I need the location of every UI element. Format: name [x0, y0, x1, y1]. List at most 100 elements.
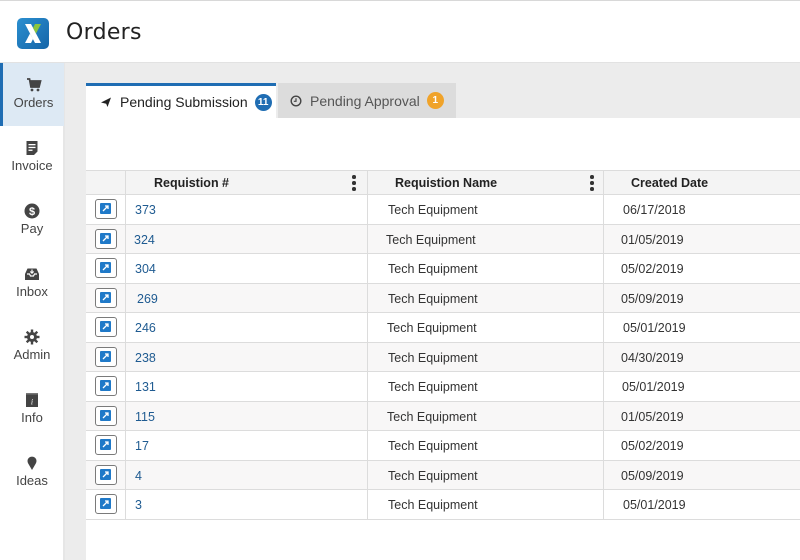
table-row[interactable]: 131 Tech Equipment 05/01/2019: [86, 372, 800, 402]
requisition-number-link[interactable]: 4: [135, 469, 142, 483]
open-requisition-button[interactable]: [95, 317, 117, 337]
created-date-cell: 05/01/2019: [604, 313, 800, 342]
requisition-number-link[interactable]: 373: [135, 203, 156, 217]
table-row[interactable]: 3 Tech Equipment 05/01/2019: [86, 490, 800, 520]
open-external-icon: [100, 262, 111, 273]
header-created-date[interactable]: Created Date: [604, 171, 800, 194]
created-date: 05/02/2019: [621, 262, 684, 276]
open-external-icon: [100, 468, 111, 480]
requisition-number-link[interactable]: 115: [135, 410, 155, 424]
requisition-number-link[interactable]: 304: [135, 262, 156, 276]
sidebar-item-ideas[interactable]: Ideas: [0, 441, 64, 504]
table-row[interactable]: 17 Tech Equipment 05/02/2019: [86, 431, 800, 461]
open-requisition-button[interactable]: [95, 435, 117, 455]
open-external-icon: [100, 380, 111, 391]
requisition-number-link[interactable]: 3: [135, 498, 142, 512]
open-requisition-button[interactable]: [95, 405, 117, 426]
requisition-name: Tech Equipment: [388, 350, 478, 365]
row-select-cell: [86, 313, 126, 342]
row-select-cell: [86, 401, 126, 430]
tab-pending-submission[interactable]: Pending Submission 11: [86, 83, 276, 118]
requisition-name-cell: Tech Equipment: [368, 460, 604, 489]
table-row[interactable]: 115 Tech Equipment 01/05/2019: [86, 401, 800, 431]
open-requisition-button[interactable]: [95, 199, 117, 219]
sidebar-item-pay[interactable]: $ Pay: [0, 189, 64, 252]
requisition-name: Tech Equipment: [386, 232, 476, 247]
open-external-icon: [100, 350, 111, 362]
open-requisition-button[interactable]: [95, 346, 117, 367]
sidebar-item-invoice[interactable]: Invoice: [0, 126, 64, 189]
row-select-cell: [86, 342, 126, 371]
created-date: 05/01/2019: [623, 321, 686, 335]
sidebar-item-info[interactable]: i Info: [0, 378, 64, 441]
table-row[interactable]: 246 Tech Equipment 05/01/2019: [86, 313, 800, 343]
requisition-number-cell: 269: [126, 283, 368, 312]
sidebar-item-label: Invoice: [11, 158, 53, 173]
table-row[interactable]: 238 Tech Equipment 04/30/2019: [86, 342, 800, 372]
requisition-number-cell: 373: [126, 195, 368, 224]
tab-label: Pending Submission: [120, 94, 248, 110]
svg-text:$: $: [29, 206, 35, 218]
requisition-number-link[interactable]: 246: [135, 321, 156, 335]
row-select-cell: [86, 224, 126, 253]
table-row[interactable]: 324 Tech Equipment 01/05/2019: [86, 224, 800, 254]
sidebar-item-orders[interactable]: Orders: [0, 63, 64, 126]
table-row[interactable]: 304 Tech Equipment 05/02/2019: [86, 254, 800, 284]
requisition-name-cell: Tech Equipment: [368, 195, 604, 224]
open-requisition-button[interactable]: [95, 494, 117, 514]
table-row[interactable]: 269 Tech Equipment 05/09/2019: [86, 283, 800, 313]
created-date-cell: 05/02/2019: [604, 431, 800, 460]
row-select-cell: [86, 460, 126, 489]
created-date: 01/05/2019: [621, 232, 684, 247]
header-requisition-number[interactable]: Requistion #: [126, 171, 368, 194]
requisition-number-link[interactable]: 17: [135, 439, 149, 453]
open-external-icon: [100, 439, 111, 450]
header-select-column: [86, 171, 126, 194]
row-select-cell: [86, 283, 126, 312]
requisition-name-cell: Tech Equipment: [368, 401, 604, 430]
sidebar-nav: Orders Invoice $ Pay Inbox Admin i Info …: [0, 63, 65, 560]
column-header-label: Requistion #: [154, 176, 230, 190]
open-requisition-button[interactable]: [95, 258, 117, 278]
sidebar-item-inbox[interactable]: Inbox: [0, 252, 64, 315]
requisition-name-cell: Tech Equipment: [368, 254, 604, 283]
requisition-number-cell: 115: [126, 401, 368, 430]
created-date: 05/09/2019: [621, 291, 684, 306]
created-date-cell: 05/09/2019: [604, 284, 800, 313]
open-requisition-button[interactable]: [95, 287, 117, 308]
requisition-name-cell: Tech Equipment: [368, 342, 604, 371]
created-date: 01/05/2019: [621, 409, 684, 424]
sidebar-item-label: Info: [21, 410, 43, 425]
open-requisition-button[interactable]: [95, 464, 117, 485]
dollar-circle-icon: $: [24, 203, 40, 219]
requisition-number-link[interactable]: 324: [134, 233, 155, 247]
requisition-name: Tech Equipment: [388, 380, 478, 394]
requisition-number-link[interactable]: 269: [137, 292, 158, 306]
requisition-number-cell: 3: [126, 490, 368, 519]
created-date-cell: 05/02/2019: [604, 254, 800, 283]
row-select-cell: [86, 490, 126, 519]
tab-pending-approval[interactable]: Pending Approval 1: [278, 83, 456, 118]
created-date: 05/01/2019: [623, 498, 686, 512]
requisition-number-link[interactable]: 131: [135, 380, 156, 394]
sidebar-item-label: Pay: [20, 221, 44, 236]
open-requisition-button[interactable]: [95, 376, 117, 396]
table-row[interactable]: 373 Tech Equipment 06/17/2018: [86, 195, 800, 225]
open-requisition-button[interactable]: [95, 228, 117, 249]
column-menu-icon[interactable]: [590, 175, 594, 191]
created-date-cell: 05/01/2019: [604, 372, 800, 401]
table-row[interactable]: 4 Tech Equipment 05/09/2019: [86, 460, 800, 490]
requisition-number-cell: 238: [126, 342, 368, 371]
header-requisition-name[interactable]: Requistion Name: [368, 171, 604, 194]
created-date-cell: 01/05/2019: [604, 225, 800, 254]
requisition-number-link[interactable]: 238: [135, 351, 156, 365]
top-bar: Orders: [0, 0, 800, 63]
created-date-cell: 04/30/2019: [604, 343, 800, 372]
created-date: 04/30/2019: [621, 350, 684, 365]
sidebar-item-admin[interactable]: Admin: [0, 315, 64, 378]
app-logo-icon[interactable]: [17, 18, 49, 49]
column-menu-icon[interactable]: [352, 175, 356, 191]
requisition-name-cell: Tech Equipment: [368, 224, 604, 253]
open-external-icon: [100, 232, 111, 244]
requisition-number-cell: 17: [126, 431, 368, 460]
